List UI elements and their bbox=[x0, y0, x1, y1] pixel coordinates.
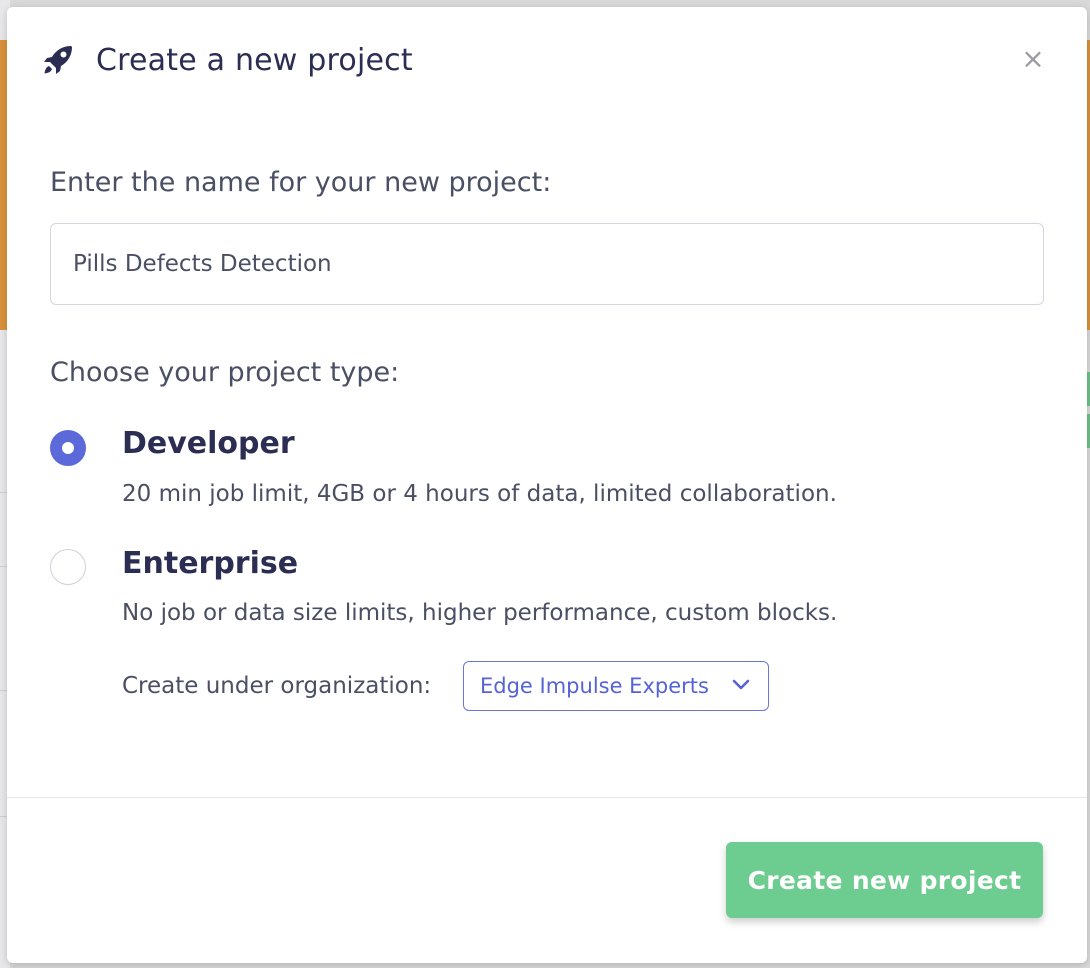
footer-divider bbox=[7, 797, 1087, 798]
modal-header: Create a new project × bbox=[7, 7, 1087, 117]
create-project-button[interactable]: Create new project bbox=[726, 842, 1043, 918]
create-project-modal: Create a new project × Enter the name fo… bbox=[7, 7, 1087, 963]
enterprise-radio[interactable] bbox=[50, 549, 86, 585]
organization-select[interactable]: Edge Impulse Experts bbox=[463, 661, 769, 711]
developer-option-description: 20 min job limit, 4GB or 4 hours of data… bbox=[122, 481, 837, 507]
project-name-input[interactable] bbox=[50, 223, 1044, 305]
project-name-label: Enter the name for your new project: bbox=[50, 167, 552, 198]
close-icon[interactable]: × bbox=[1021, 45, 1045, 73]
project-type-label: Choose your project type: bbox=[50, 357, 400, 388]
modal-title: Create a new project bbox=[96, 43, 413, 78]
radio-selected-dot bbox=[62, 442, 74, 454]
enterprise-option-title[interactable]: Enterprise bbox=[122, 546, 298, 581]
developer-radio[interactable] bbox=[50, 430, 86, 466]
enterprise-option-description: No job or data size limits, higher perfo… bbox=[122, 600, 838, 626]
chevron-down-icon bbox=[732, 679, 750, 690]
organization-label: Create under organization: bbox=[122, 673, 432, 699]
organization-selected-value: Edge Impulse Experts bbox=[480, 674, 709, 698]
rocket-icon bbox=[44, 46, 72, 74]
developer-option-title[interactable]: Developer bbox=[122, 426, 295, 461]
